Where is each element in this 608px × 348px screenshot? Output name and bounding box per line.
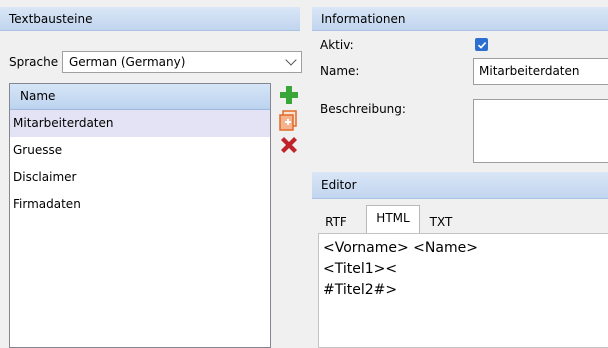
- list-item[interactable]: Mitarbeiterdaten: [10, 110, 270, 137]
- column-header-name[interactable]: Name: [10, 84, 270, 110]
- name-label: Name:: [320, 64, 360, 78]
- editor-title: Editor: [321, 178, 357, 192]
- active-label: Aktiv:: [320, 38, 354, 52]
- delete-x-icon: [281, 137, 297, 153]
- html-editor[interactable]: <Vorname> <Name> <Titel1>< #Titel2#>: [318, 233, 608, 348]
- active-checkbox[interactable]: [475, 38, 488, 51]
- description-label: Beschreibung:: [320, 102, 406, 116]
- delete-button[interactable]: [278, 135, 300, 157]
- language-select-value: German (Germany): [69, 55, 186, 69]
- informationen-title: Informationen: [321, 12, 406, 26]
- name-field[interactable]: Mitarbeiterdaten: [473, 58, 608, 85]
- tab-rtf[interactable]: RTF: [316, 210, 356, 235]
- copy-button[interactable]: [278, 109, 300, 131]
- list-item[interactable]: Firmadaten: [10, 191, 270, 218]
- description-field[interactable]: [473, 99, 608, 163]
- informationen-header: Informationen: [312, 7, 608, 31]
- textbausteine-header: Textbausteine: [0, 7, 300, 31]
- editor-header: Editor: [312, 172, 608, 199]
- copy-icon: [279, 110, 297, 131]
- tab-txt[interactable]: TXT: [421, 210, 461, 235]
- list-item[interactable]: Gruesse: [10, 137, 270, 164]
- tab-html[interactable]: HTML: [366, 205, 420, 233]
- list-item[interactable]: Disclaimer: [10, 164, 270, 191]
- plus-icon: [280, 86, 298, 104]
- add-button[interactable]: [278, 84, 300, 106]
- editor-line: #Titel2#>: [323, 282, 398, 298]
- language-select[interactable]: German (Germany): [62, 51, 302, 73]
- checkmark-icon: [477, 41, 486, 49]
- editor-line: <Vorname> <Name>: [323, 240, 478, 256]
- chevron-down-icon[interactable]: [285, 54, 297, 66]
- textbausteine-title: Textbausteine: [9, 12, 93, 26]
- language-label: Sprache: [9, 55, 59, 69]
- editor-line: <Titel1><: [323, 261, 398, 277]
- textbausteine-list[interactable]: Name Mitarbeiterdaten Gruesse Disclaimer…: [9, 83, 271, 348]
